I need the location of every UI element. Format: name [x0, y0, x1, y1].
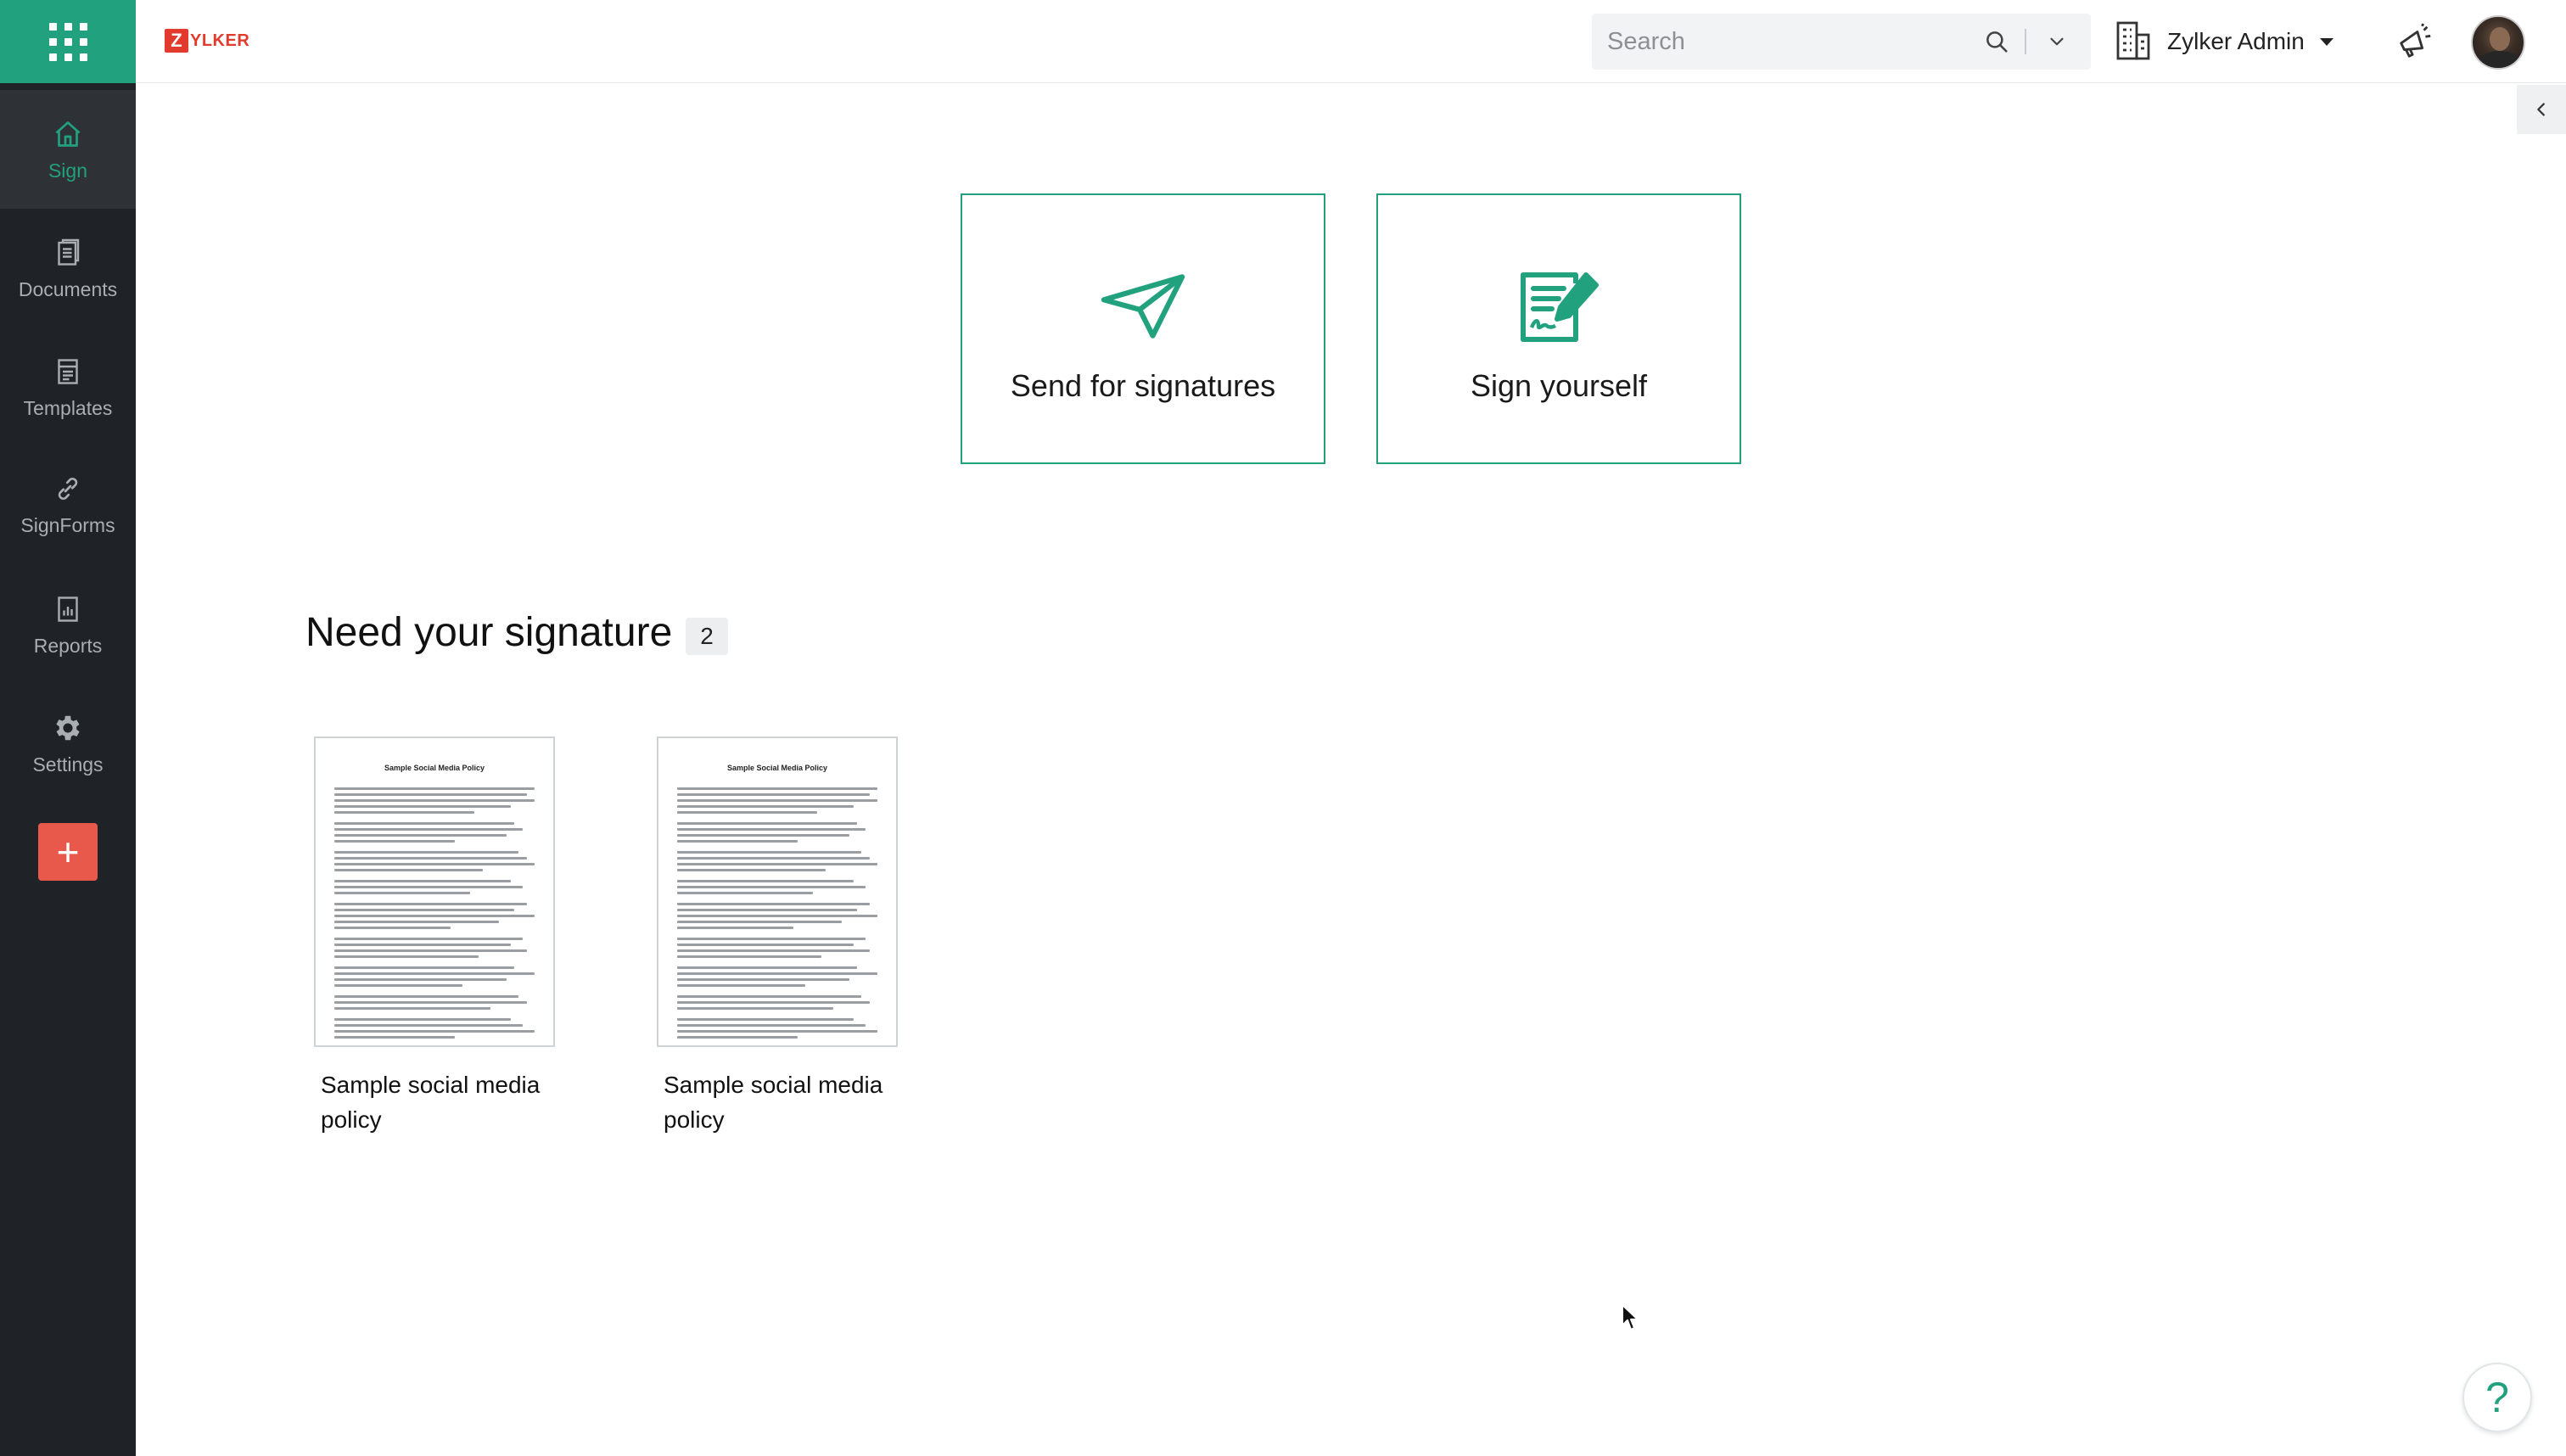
org-name: Zylker Admin — [2167, 28, 2305, 54]
document-name[interactable]: Sample social media policy — [657, 1067, 894, 1137]
thumbnail-title: Sample Social Media Policy — [384, 764, 485, 772]
sidebar: Sign Documents Templates SignForms Repor… — [0, 0, 136, 1456]
sidebar-item-label: Settings — [32, 753, 104, 776]
sidebar-item-reports[interactable]: Reports — [0, 565, 136, 684]
sidebar-item-label: Documents — [18, 277, 118, 300]
collapse-panel-button[interactable] — [2517, 85, 2566, 134]
document-card[interactable]: Sample Social Media Policy Sample social… — [314, 736, 560, 1137]
grid-icon — [48, 22, 87, 61]
thumbnail-text-lines — [677, 787, 877, 1039]
thumbnail-title: Sample Social Media Policy — [726, 764, 828, 772]
sign-yourself-card[interactable]: Sign yourself — [1376, 193, 1741, 464]
create-new-button[interactable]: + — [38, 823, 98, 881]
reports-icon — [51, 592, 85, 626]
paper-plane-icon — [1101, 270, 1185, 343]
search-box — [1592, 14, 2091, 70]
gear-icon — [51, 711, 85, 745]
link-icon — [51, 472, 85, 506]
avatar[interactable] — [2471, 15, 2525, 70]
app-launcher-button[interactable] — [0, 0, 136, 83]
sidebar-item-templates[interactable]: Templates — [0, 328, 136, 446]
templates-icon — [51, 355, 85, 389]
sidebar-item-settings[interactable]: Settings — [0, 684, 136, 803]
sign-yourself-label: Sign yourself — [1470, 368, 1648, 403]
logo-text: YLKER — [190, 31, 250, 50]
megaphone-icon[interactable] — [2395, 22, 2434, 61]
section-title: Need your signature — [305, 610, 673, 655]
chevron-down-icon[interactable] — [2040, 27, 2074, 56]
send-for-signatures-card[interactable]: Send for signatures — [961, 193, 1325, 464]
count-badge: 2 — [686, 618, 728, 655]
thumbnail-text-lines — [334, 787, 535, 1039]
logo-mark: Z — [165, 29, 188, 53]
brand-logo[interactable]: Z YLKER — [165, 29, 249, 53]
top-header: Z YLKER Zylker Admin — [136, 0, 2566, 83]
document-thumbnail[interactable]: Sample Social Media Policy — [657, 736, 898, 1047]
home-icon — [51, 117, 85, 151]
sidebar-item-label: SignForms — [20, 513, 115, 536]
mouse-cursor-icon — [1622, 1304, 1639, 1330]
sidebar-item-label: Sign — [48, 159, 88, 182]
sidebar-item-signforms[interactable]: SignForms — [0, 445, 136, 563]
search-divider — [2025, 29, 2026, 54]
sidebar-item-documents[interactable]: Documents — [0, 209, 136, 328]
sign-document-icon — [1516, 270, 1601, 343]
search-icon[interactable] — [1982, 27, 2011, 56]
document-card[interactable]: Sample Social Media Policy Sample social… — [657, 736, 903, 1137]
search-input[interactable] — [1592, 27, 1965, 56]
sidebar-item-label: Reports — [33, 634, 103, 657]
document-thumbnail[interactable]: Sample Social Media Policy — [314, 736, 555, 1047]
send-for-signatures-label: Send for signatures — [1010, 368, 1276, 403]
building-icon — [2115, 20, 2152, 64]
documents-icon — [51, 236, 85, 270]
sidebar-item-sign[interactable]: Sign — [0, 90, 136, 209]
sidebar-item-label: Templates — [23, 396, 113, 419]
caret-down-icon — [2319, 37, 2333, 46]
help-button[interactable]: ? — [2462, 1363, 2532, 1432]
org-switcher[interactable]: Zylker Admin — [2115, 20, 2333, 63]
document-name[interactable]: Sample social media policy — [314, 1067, 552, 1137]
